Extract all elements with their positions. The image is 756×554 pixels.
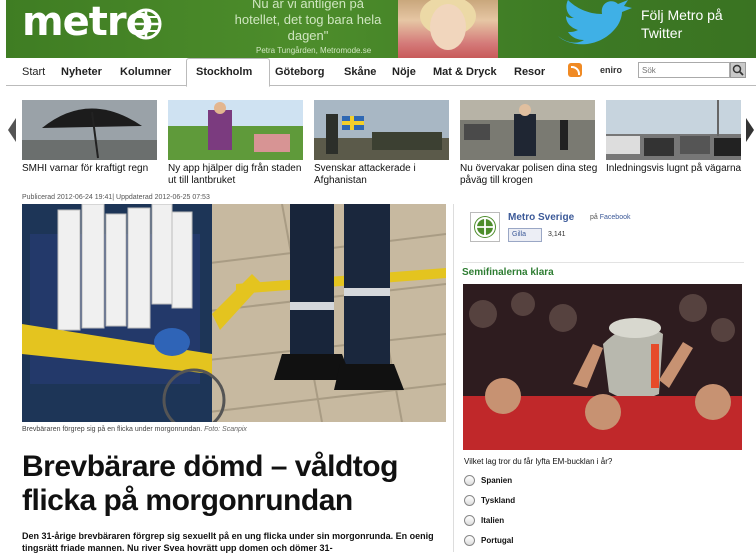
carousel-caption-1[interactable]: SMHI varnar för kraftigt regn — [22, 163, 162, 175]
promo-photo[interactable] — [398, 0, 498, 58]
carousel-caption-2[interactable]: Ny app hjälper dig från staden ut till l… — [168, 163, 308, 187]
globe-icon — [130, 8, 162, 40]
twitter-follow-link[interactable]: Följ Metro på Twitter — [641, 6, 756, 42]
twitter-bird-icon[interactable] — [548, 0, 636, 56]
radio-button[interactable] — [464, 535, 475, 546]
fb-on-word: på — [590, 214, 598, 221]
metro-globe-icon[interactable] — [470, 212, 500, 242]
fb-on-text: på Facebook — [590, 214, 631, 221]
carousel-thumb-4[interactable] — [460, 100, 595, 160]
nav-item-stockholm[interactable]: Stockholm — [196, 66, 252, 78]
nav-item-nyheter[interactable]: Nyheter — [61, 66, 102, 78]
poll-question: Vilket lag tror du får lyfta EM-bucklan … — [464, 457, 613, 466]
radio-button[interactable] — [464, 515, 475, 526]
fb-page-link[interactable]: Metro Sverige — [508, 212, 574, 223]
sidebar-section-heading[interactable]: Semifinalerna klara — [462, 262, 744, 280]
poll-option-label[interactable]: Italien — [481, 516, 504, 525]
image-caption-text: Brevbäraren förgrep sig på en flicka und… — [22, 426, 203, 433]
search-input[interactable] — [638, 62, 730, 78]
carousel-thumb-5[interactable] — [606, 100, 741, 160]
carousel-thumb-3[interactable] — [314, 100, 449, 160]
fb-like-label: Gilla — [512, 231, 527, 238]
image-caption: Brevbäraren förgrep sig på en flicka und… — [22, 426, 247, 433]
article-hero-image — [22, 204, 446, 422]
main-nav: Start Nyheter Kolumner Stockholm Götebor… — [6, 58, 756, 87]
carousel-thumb-2[interactable] — [168, 100, 303, 160]
nav-item-kolumner[interactable]: Kolumner — [120, 66, 171, 78]
nav-item-mat-dryck[interactable]: Mat & Dryck — [433, 66, 497, 78]
radio-button[interactable] — [464, 495, 475, 506]
carousel-prev-arrow-icon[interactable] — [8, 118, 16, 142]
nav-item-start[interactable]: Start — [22, 66, 45, 78]
publish-date: Publicerad 2012-06-24 19:41| Uppdaterad … — [22, 194, 210, 201]
carousel-next-arrow-icon[interactable] — [746, 118, 754, 142]
sidebar-photo[interactable] — [463, 284, 742, 450]
fb-like-count: 3,141 — [548, 231, 566, 238]
promo-quote-author: Petra Tungården, Metromode.se — [256, 46, 372, 55]
carousel-caption-4[interactable]: Nu övervakar polisen dina steg påväg til… — [460, 163, 600, 187]
poll-option-label[interactable]: Portugal — [481, 536, 513, 545]
fb-platform-link[interactable]: Facebook — [600, 214, 631, 221]
article-lead: Den 31-årige brevbäraren förgrep sig sex… — [22, 531, 434, 553]
image-credit: Foto: Scanpix — [204, 426, 247, 433]
carousel-caption-5[interactable]: Inledningsvis lugnt på vägarna — [606, 163, 746, 175]
search-icon — [732, 64, 744, 76]
sidebar-divider — [453, 204, 454, 552]
poll-option-label[interactable]: Tyskland — [481, 496, 515, 505]
nav-item-resor[interactable]: Resor — [514, 66, 545, 78]
article-headline: Brevbärare dömd – våldtog flicka på morg… — [22, 450, 398, 517]
nav-item-goteborg[interactable]: Göteborg — [275, 66, 325, 78]
rss-icon[interactable] — [568, 63, 582, 77]
nav-item-skane[interactable]: Skåne — [344, 66, 376, 78]
nav-item-noje[interactable]: Nöje — [392, 66, 416, 78]
eniro-logo: eniro — [600, 65, 623, 75]
carousel-caption-3[interactable]: Svenskar attackerade i Afghanistan — [314, 163, 454, 187]
radio-button[interactable] — [464, 475, 475, 486]
carousel-thumb-1[interactable] — [22, 100, 157, 160]
facebook-widget: Metro Sverige på Facebook Gilla 3,141 — [462, 204, 756, 256]
poll-option-label[interactable]: Spanien — [481, 476, 512, 485]
promo-quote[interactable]: Nu är vi antligen på hotellet, det tog b… — [228, 0, 388, 44]
search-button[interactable] — [730, 62, 746, 78]
fb-like-button[interactable]: Gilla — [508, 228, 542, 242]
header-banner: metro Nu är vi antligen på hotellet, det… — [6, 0, 756, 58]
